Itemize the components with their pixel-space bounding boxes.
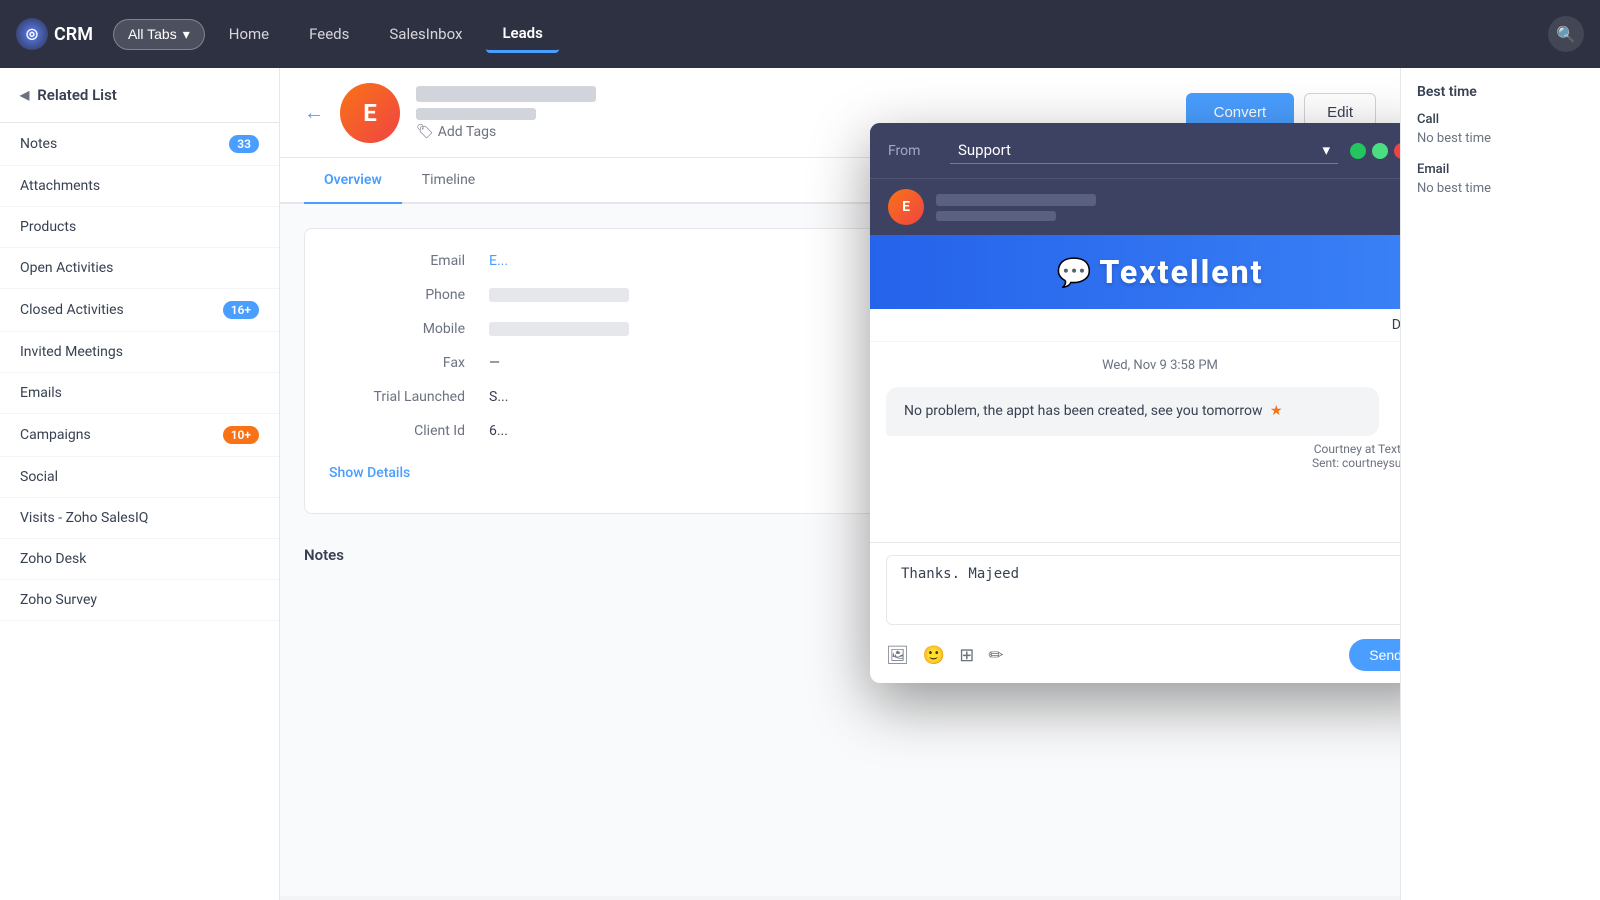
avatar: E [340,83,400,143]
recipient-avatar: E [888,189,924,225]
email-best-value: No best time [1417,181,1584,196]
right-panel: Best time Call No best time Email No bes… [1400,68,1600,900]
sidebar-item-campaigns[interactable]: Campaigns 10+ [0,414,279,457]
nav-item-salesinbox[interactable]: SalesInbox [373,17,478,51]
modal-header: From Support ▾ [870,123,1400,178]
message-text: No problem, the appt has been created, s… [904,403,1263,419]
nav-item-home[interactable]: Home [213,17,285,51]
phone-label: Phone [329,287,489,303]
mobile-label: Mobile [329,321,489,337]
sidebar-item-notes[interactable]: Notes 33 [0,123,279,166]
deliver-row: Deliver [870,309,1400,342]
right-panel-email: Email No best time [1417,162,1584,196]
main-layout: ◀ Related List Notes 33 Attachments Prod… [0,68,1600,900]
message-sent-by: Sent: courtneysupport [886,456,1400,470]
record-name [416,86,596,102]
nav-item-feeds[interactable]: Feeds [293,17,365,51]
status-dot-green1 [1350,143,1366,159]
client-label: Client Id [329,423,489,439]
fax-label: Fax [329,355,489,371]
compose-input[interactable] [886,555,1400,625]
status-dot-green2 [1372,143,1388,159]
sidebar-toggle-icon: ◀ [20,88,29,102]
related-list-sidebar: ◀ Related List Notes 33 Attachments Prod… [0,68,280,900]
notes-badge: 33 [229,135,259,153]
message-sender: Courtney at Textellent [886,442,1400,456]
sidebar-item-emails[interactable]: Emails [0,373,279,414]
recipient-name-blurred [936,194,1096,206]
message-area: Wed, Nov 9 3:58 PM No problem, the appt … [870,342,1400,542]
sidebar-item-products[interactable]: Products [0,207,279,248]
app-logo: ◎ CRM [16,18,93,50]
send-button[interactable]: Send ▾ [1349,639,1400,671]
textellent-banner: 💬 Textellent [870,235,1400,309]
call-value: No best time [1417,131,1584,146]
status-dots [1350,143,1400,159]
email-value[interactable]: E... [489,253,508,269]
message-timestamp: Wed, Nov 9 3:58 PM [886,358,1400,373]
sidebar-item-closed-activities[interactable]: Closed Activities 16+ [0,289,279,332]
client-value: 6... [489,423,508,439]
search-icon[interactable]: 🔍 [1548,16,1584,52]
modal-body: 💬 Textellent Deliver Wed, Nov 9 3:58 PM … [870,235,1400,683]
email-compose-modal: From Support ▾ E [870,123,1400,683]
tab-overview[interactable]: Overview [304,158,402,204]
trial-value: S... [489,389,508,405]
recipient-info [936,194,1400,221]
sidebar-item-attachments[interactable]: Attachments [0,166,279,207]
textellent-icon: 💬 [1056,256,1091,289]
closed-activities-badge: 16+ [223,301,259,319]
content-area: ← E 🏷 Add Tags Convert Edit Overview Tim… [280,68,1400,900]
record-subtitle [416,108,536,120]
phone-value [489,288,629,302]
compose-toolbar: 🖼 🙂 ⊞ ✏ Send ▾ [886,639,1400,671]
nav-item-leads[interactable]: Leads [486,16,558,53]
emoji-icon[interactable]: 🙂 [923,645,945,666]
campaigns-badge: 10+ [223,426,259,444]
back-button[interactable]: ← [304,100,324,125]
sidebar-item-open-activities[interactable]: Open Activities [0,248,279,289]
sidebar-item-social[interactable]: Social [0,457,279,498]
trial-label: Trial Launched [329,389,489,405]
chevron-down-icon: ▾ [1322,141,1330,159]
email-best-label: Email [1417,162,1584,177]
image-icon[interactable]: 🖼 [886,645,909,666]
chevron-down-icon: ▾ [183,26,190,43]
message-star-icon: ★ [1270,403,1283,419]
sidebar-item-invited-meetings[interactable]: Invited Meetings [0,332,279,373]
sidebar-item-zoho-desk[interactable]: Zoho Desk [0,539,279,580]
tab-timeline[interactable]: Timeline [402,158,495,204]
sidebar-item-zoho-survey[interactable]: Zoho Survey [0,580,279,621]
right-panel-title: Best time [1417,84,1584,100]
sidebar-header-label: Related List [37,86,117,104]
mobile-value [489,322,629,336]
call-label: Call [1417,112,1584,127]
fax-value: — [489,355,500,371]
signature-icon[interactable]: ✏ [988,645,1003,666]
deliver-label: Deliver [1392,317,1400,333]
from-label: From [888,143,938,159]
app-name: CRM [54,24,93,45]
textellent-logo: Textellent [1099,253,1263,291]
logo-icon: ◎ [16,18,48,50]
sidebar-item-visits[interactable]: Visits - Zoho SalesIQ [0,498,279,539]
top-navigation: ◎ CRM All Tabs ▾ Home Feeds SalesInbox L… [0,0,1600,68]
send-label: Send [1369,647,1400,663]
recipient-row: E ✎ [870,178,1400,235]
status-dot-red [1394,143,1400,159]
recipient-sub-blurred [936,211,1056,221]
right-panel-call: Call No best time [1417,112,1584,146]
message-bubble: No problem, the appt has been created, s… [886,387,1379,436]
from-select[interactable]: Support ▾ [950,137,1338,164]
scroll-indicator [886,478,1400,526]
compose-area: 🖼 🙂 ⊞ ✏ Send ▾ [870,542,1400,683]
tag-icon: 🏷 [416,124,434,140]
email-label: Email [329,253,489,269]
all-tabs-button[interactable]: All Tabs ▾ [113,19,205,50]
template-icon[interactable]: ⊞ [959,645,974,666]
sidebar-header[interactable]: ◀ Related List [0,68,279,123]
